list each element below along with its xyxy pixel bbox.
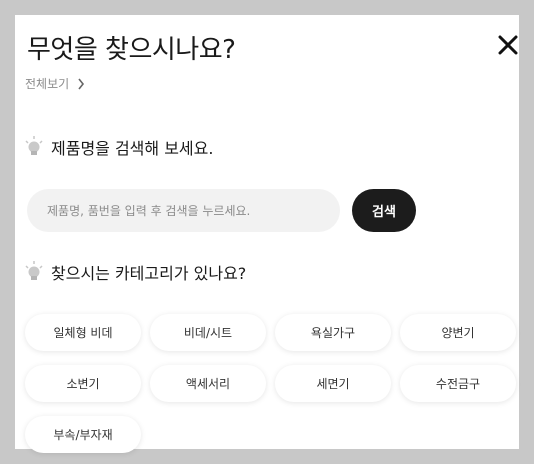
category-chip-bathroom-furniture[interactable]: 욕실가구 (275, 314, 391, 351)
category-chip-accessories[interactable]: 액세서리 (150, 365, 266, 402)
lightbulb-icon (25, 136, 43, 155)
category-chip-toilet[interactable]: 양변기 (400, 314, 516, 351)
category-chip-urinal[interactable]: 소변기 (25, 365, 141, 402)
category-chip-parts[interactable]: 부속/부자재 (25, 416, 141, 453)
category-chip-faucets[interactable]: 수전금구 (400, 365, 516, 402)
search-input[interactable] (27, 189, 340, 232)
view-all-label: 전체보기 (25, 77, 70, 91)
category-chip-integrated-bidet[interactable]: 일체형 비데 (25, 314, 141, 351)
search-section-heading: 제품명을 검색해 보세요. (25, 135, 213, 159)
category-list: 일체형 비데 비데/시트 욕실가구 양변기 소변기 액세서리 세면기 수전금구 … (25, 314, 525, 453)
close-icon (498, 35, 518, 55)
category-chip-washbasin[interactable]: 세면기 (275, 365, 391, 402)
category-section-heading: 찾으시는 카테고리가 있나요? (25, 260, 246, 284)
search-heading-text: 제품명을 검색해 보세요. (51, 139, 214, 158)
close-button[interactable] (496, 33, 520, 57)
category-chip-bidet-seat[interactable]: 비데/시트 (150, 314, 266, 351)
lightbulb-icon (25, 261, 43, 280)
view-all-link[interactable]: 전체보기 (25, 75, 85, 92)
chevron-right-icon (78, 78, 85, 89)
modal-title: 무엇을 찾으시나요? (27, 35, 236, 65)
category-heading-text: 찾으시는 카테고리가 있나요? (51, 264, 247, 283)
search-modal: 무엇을 찾으시나요? 전체보기 제품명을 검색해 보세요. 검색 (15, 15, 520, 453)
search-button[interactable]: 검색 (352, 189, 416, 232)
